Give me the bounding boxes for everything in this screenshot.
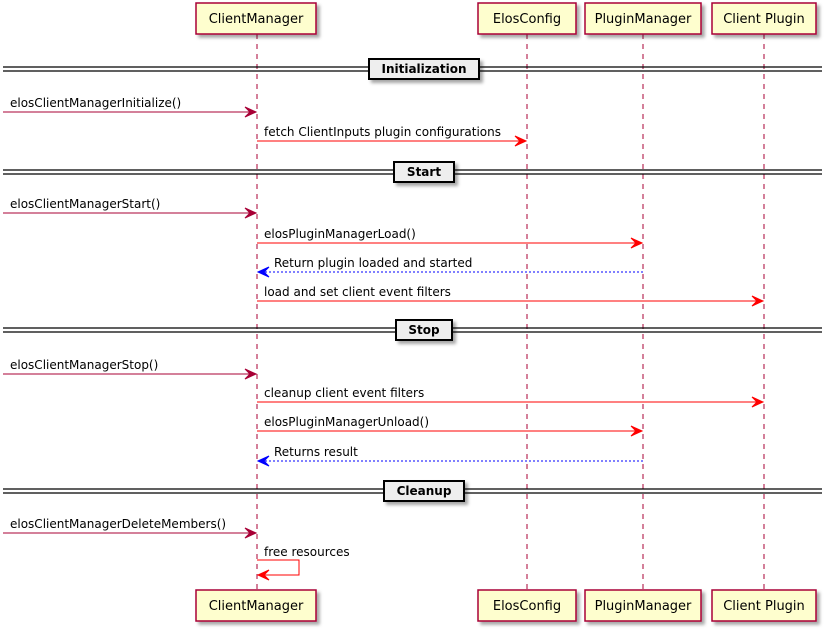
participant-label: PluginManager	[595, 599, 692, 614]
participant-label: ElosConfig	[493, 599, 561, 614]
message-label: elosPluginManagerUnload()	[264, 415, 429, 429]
participant-cp-top: Client Plugin	[711, 2, 817, 35]
participant-label: PluginManager	[595, 12, 692, 27]
participant-label: ElosConfig	[493, 12, 561, 27]
participant-cm-top: ClientManager	[195, 2, 317, 35]
divider-label: Cleanup	[397, 484, 452, 498]
divider-cleanup: Cleanup	[3, 480, 822, 502]
message: elosClientManagerStop()	[3, 358, 258, 380]
message: elosClientManagerInitialize()	[3, 96, 258, 118]
message-label: elosClientManagerStop()	[10, 358, 158, 372]
message-label: elosClientManagerInitialize()	[10, 96, 181, 110]
message-label: free resources	[264, 545, 350, 559]
divider-stop: Stop	[3, 319, 822, 341]
participant-cm-bottom: ClientManager	[195, 589, 317, 622]
message: cleanup client event filters	[257, 386, 765, 408]
divider-label: Start	[407, 165, 441, 179]
message: fetch ClientInputs plugin configurations	[257, 125, 528, 147]
message-label: Returns result	[274, 445, 358, 459]
message-label: elosClientManagerStart()	[10, 197, 160, 211]
participant-cp-bottom: Client Plugin	[711, 589, 817, 622]
message-label: Return plugin loaded and started	[274, 256, 472, 270]
message: elosPluginManagerLoad()	[257, 227, 644, 249]
arrowhead	[256, 455, 270, 467]
message: load and set client event filters	[257, 285, 765, 307]
participant-ec-top: ElosConfig	[477, 2, 577, 35]
sequence-diagram: Initialization Start Stop Cleanup elosClien…	[3, 2, 822, 622]
message: Returns result	[256, 445, 643, 467]
divider-label: Stop	[408, 323, 440, 337]
message: elosClientManagerDeleteMembers()	[3, 517, 258, 539]
message: free resources	[256, 545, 350, 581]
message: Return plugin loaded and started	[256, 256, 643, 278]
divider-start: Start	[3, 161, 822, 183]
divider-label: Initialization	[381, 62, 466, 76]
participant-label: Client Plugin	[723, 12, 805, 27]
message: elosPluginManagerUnload()	[257, 415, 644, 437]
divider-initialization: Initialization	[3, 58, 822, 80]
participant-ec-bottom: ElosConfig	[477, 589, 577, 622]
participant-label: ClientManager	[209, 599, 304, 614]
message-label: load and set client event filters	[264, 285, 451, 299]
arrowhead	[256, 266, 270, 278]
participant-pm-bottom: PluginManager	[584, 589, 702, 622]
message-label: fetch ClientInputs plugin configurations	[264, 125, 501, 139]
message: elosClientManagerStart()	[3, 197, 258, 219]
message-label: cleanup client event filters	[264, 386, 424, 400]
participant-label: ClientManager	[209, 12, 304, 27]
message-label: elosPluginManagerLoad()	[264, 227, 416, 241]
participant-label: Client Plugin	[723, 599, 805, 614]
participant-pm-top: PluginManager	[584, 2, 702, 35]
message-label: elosClientManagerDeleteMembers()	[10, 517, 226, 531]
